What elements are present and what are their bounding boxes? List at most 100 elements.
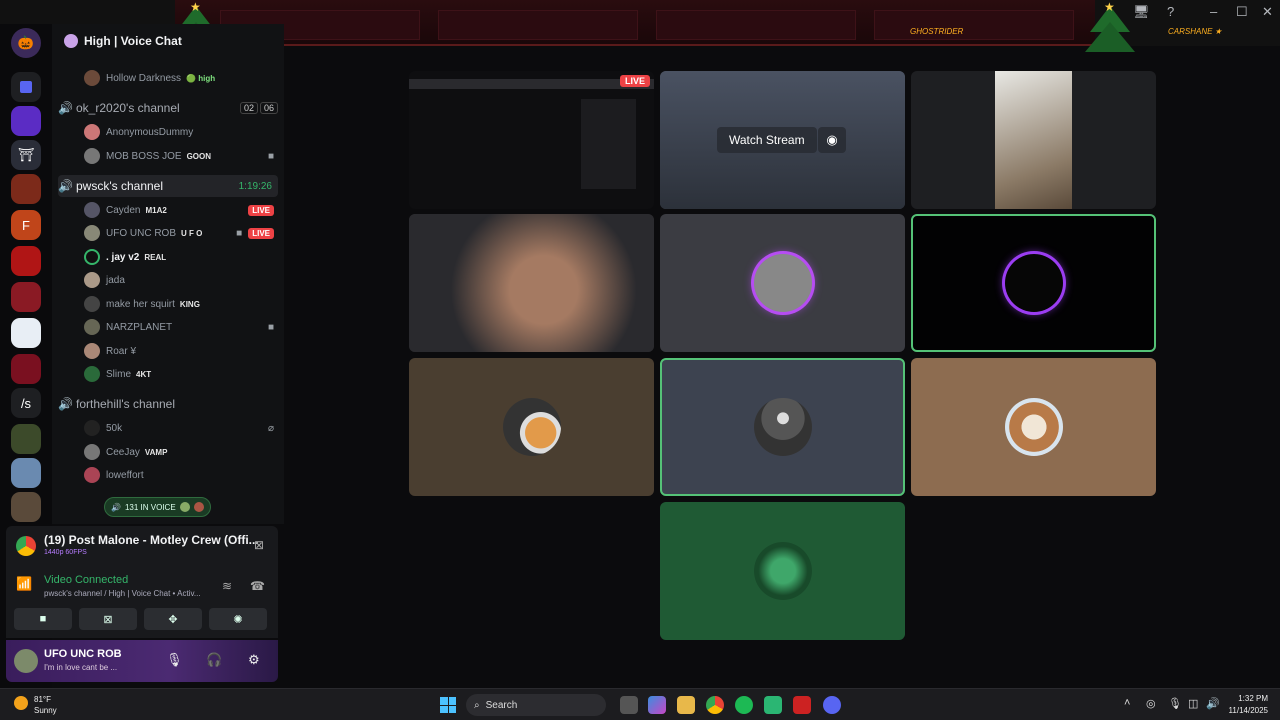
voice-user[interactable]: 50k ⌀ [84,418,274,438]
stream-quality: 1440p 60FPS [44,549,87,556]
server-icon[interactable] [11,458,41,488]
weather-widget[interactable]: 81°F Sunny [34,694,57,716]
taskbar-clock[interactable]: 1:32 PM 11/14/2025 [1229,693,1268,717]
maximize-button[interactable]: ☐ [1236,4,1248,20]
camera-tile[interactable] [409,214,654,352]
microphone-icon[interactable]: 🎙 [1168,697,1182,710]
avatar-tile[interactable] [660,214,905,352]
voice-channel[interactable]: 🔊 forthehill's channel [58,393,278,415]
avatar [84,124,100,140]
direct-messages-icon[interactable] [11,72,41,102]
connection-status[interactable]: Video Connected [44,574,128,586]
soundboard-button[interactable]: ✺ [209,608,267,630]
stop-stream-icon[interactable]: ⊠ [254,538,264,552]
user-tag: KING [179,299,200,309]
windows-start-icon[interactable] [440,697,456,713]
user-tag: VAMP [144,447,168,457]
chrome-icon[interactable] [706,696,724,714]
discord-window: ★ ★ GHOSTRIDER CARSHANE ★ 🖥 ? – ☐ ✕ 🎃 ⛩ … [0,0,1280,720]
voice-user[interactable]: Cayden M1A2 LIVE [84,200,274,220]
volume-icon[interactable]: 🔊 [1206,697,1220,710]
app-icon[interactable] [793,696,811,714]
microphone-icon[interactable]: 🎙 [166,652,183,668]
screen-share-button[interactable]: ⊠ [79,608,137,630]
server-icon[interactable] [11,106,41,136]
voice-user-name: Roar ¥ [106,345,137,357]
inbox-icon[interactable]: 🖥 [1133,4,1150,20]
camera-button[interactable]: ■ [14,608,72,630]
camera-icon: ■ [267,150,274,162]
voice-user[interactable]: AnonymousDummy [84,122,274,142]
app-icon[interactable] [764,696,782,714]
server-icon[interactable] [11,246,41,276]
username[interactable]: UFO UNC ROB [44,648,122,660]
tray-app-icon[interactable]: ◎ [1146,697,1156,710]
server-icon-text[interactable]: /s [11,388,41,418]
avatar-tile[interactable] [911,214,1156,352]
avatar [84,225,100,241]
avatar-tile[interactable] [660,358,905,496]
discord-icon[interactable] [823,696,841,714]
disconnect-icon[interactable]: ☎ [250,579,265,593]
voice-user[interactable]: MOB BOSS JOE GOON ■ [84,146,274,166]
avatar[interactable] [14,649,38,673]
live-badge: LIVE [248,227,274,239]
voice-user[interactable]: NARZPLANET ■ [84,317,274,337]
wifi-icon[interactable]: ◫ [1188,697,1198,710]
voice-user[interactable]: make her squirt KING [84,294,274,314]
task-view-icon[interactable] [620,696,638,714]
voice-user[interactable]: Hollow Darkness 🟢 high [84,68,274,88]
christmas-tree-icon: ★ [1082,0,1138,60]
voice-user[interactable]: loweffort [84,465,274,485]
server-icon[interactable] [11,318,41,348]
server-icon[interactable]: F [11,210,41,240]
voice-user[interactable]: CeeJay VAMP [84,442,274,462]
in-voice-pill[interactable]: 🔊 131 IN VOICE [104,497,211,517]
avatar [84,366,100,382]
voice-user[interactable]: UFO UNC ROB U F O ■ LIVE [84,223,274,243]
minimize-button[interactable]: – [1210,4,1217,19]
settings-gear-icon[interactable]: ⚙ [248,652,260,668]
activity-title[interactable]: (19) Post Malone - Motley Crew (Offi... [44,533,259,547]
server-logo-icon [64,34,78,48]
spotify-icon[interactable] [735,696,753,714]
server-header[interactable]: High | Voice Chat [52,24,284,58]
avatar-tile[interactable] [911,358,1156,496]
stream-tile[interactable]: Watch Stream ◉ [660,71,905,209]
voice-channel-active[interactable]: 🔊 pwsck's channel 1:19:26 [58,175,278,197]
server-icon[interactable]: 🎃 [11,28,41,58]
chevron-up-icon[interactable]: ˄ [1124,697,1130,709]
activities-button[interactable]: ✥ [144,608,202,630]
voice-user-name: Cayden [106,204,141,216]
server-icon[interactable] [11,424,41,454]
voice-user[interactable]: jada [84,270,274,290]
muted-icon: ⌀ [267,422,274,434]
voice-channel[interactable]: 🔊 ok_r2020's channel 02 06 [58,97,278,119]
voice-user[interactable]: Roar ¥ [84,341,274,361]
user-tag: 4KT [136,369,152,379]
server-icon[interactable] [11,492,41,522]
stream-browser-bar [409,79,654,89]
server-icon[interactable]: ⛩ [11,140,41,170]
watch-stream-eye-icon[interactable]: ◉ [818,127,846,153]
server-icon[interactable] [11,354,41,384]
server-icon-active[interactable] [11,174,41,204]
custom-status: I'm in love cant be ... [44,663,118,672]
weather-sun-icon[interactable] [14,696,28,710]
avatar-tile[interactable] [409,358,654,496]
taskbar-search[interactable]: ⌕ Search [466,694,606,716]
file-explorer-icon[interactable] [677,696,695,714]
stream-tile[interactable]: LIVE [409,71,654,209]
copilot-icon[interactable] [648,696,666,714]
headphones-icon[interactable]: 🎧 [206,652,222,668]
avatar [84,420,100,436]
watch-stream-button[interactable]: Watch Stream [717,127,817,153]
server-icon[interactable] [11,282,41,312]
avatar-tile[interactable] [660,502,905,640]
close-button[interactable]: ✕ [1262,4,1273,20]
voice-user[interactable]: Slime 4KT [84,364,274,384]
voice-user[interactable]: . jay v2 REAL [84,247,274,267]
noise-suppression-icon[interactable]: ≋ [222,579,232,593]
help-icon[interactable]: ? [1167,4,1174,19]
camera-tile[interactable] [911,71,1156,209]
